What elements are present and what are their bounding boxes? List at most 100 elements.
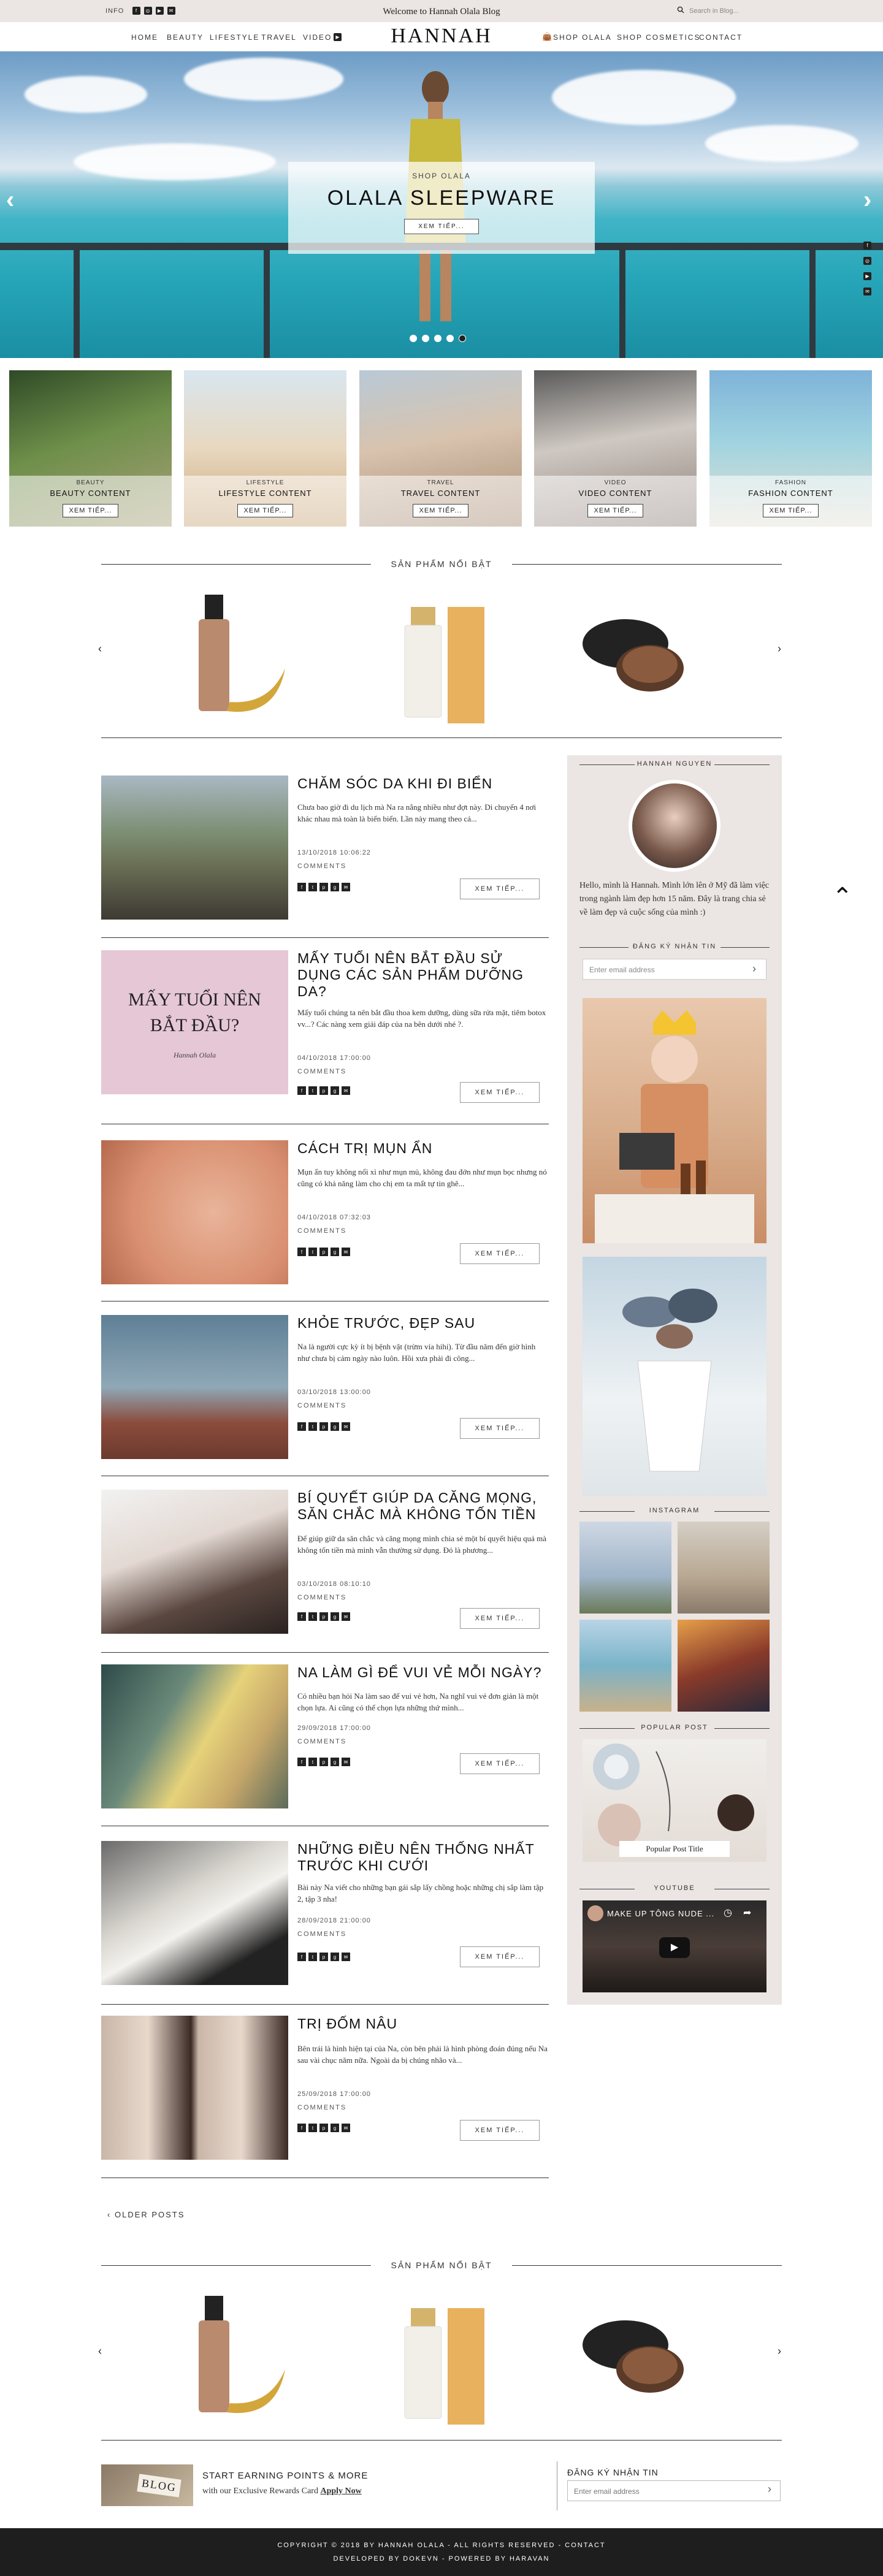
mail-icon[interactable]: ✉	[863, 288, 871, 295]
read-more-button[interactable]: XEM TIẾP...	[460, 2120, 540, 2141]
clock-icon[interactable]: ◷	[724, 1907, 732, 1919]
post-comments[interactable]: COMMENTS	[297, 1227, 346, 1235]
nav-shop-olala[interactable]: SHOP OLALA	[553, 33, 612, 42]
post-image[interactable]	[101, 775, 288, 920]
chevron-up-icon[interactable]: ⌃	[832, 883, 853, 911]
google-icon[interactable]: g	[331, 1086, 339, 1095]
mail-icon[interactable]: ✉	[342, 1248, 350, 1256]
share-icon[interactable]: ➦	[743, 1907, 751, 1919]
product-serum-image[interactable]	[184, 589, 307, 730]
nav-video[interactable]: VIDEO	[303, 33, 332, 42]
post-comments[interactable]: COMMENTS	[297, 1068, 346, 1075]
popular-post-image[interactable]: Popular Post Title	[583, 1739, 766, 1862]
post-image[interactable]	[101, 2016, 288, 2160]
mail-icon[interactable]: ✉	[342, 1953, 350, 1961]
twitter-icon[interactable]: t	[308, 1612, 317, 1621]
facebook-icon[interactable]: f	[297, 1953, 306, 1961]
product-essence-image[interactable]	[380, 2290, 503, 2431]
post-comments[interactable]: COMMENTS	[297, 1738, 346, 1745]
post-image[interactable]	[101, 1664, 288, 1808]
product-essence-image[interactable]	[380, 589, 503, 730]
google-icon[interactable]: g	[331, 1248, 339, 1256]
google-icon[interactable]: g	[331, 1422, 339, 1431]
post-comments[interactable]: COMMENTS	[297, 863, 346, 870]
youtube-icon[interactable]: ▶	[863, 272, 871, 280]
post-image[interactable]	[101, 1140, 288, 1284]
video-icon[interactable]: ▶	[334, 33, 342, 41]
pinterest-icon[interactable]: p	[319, 1422, 328, 1431]
newsletter-email-input[interactable]: Enter email address	[567, 2480, 781, 2501]
slide-dot[interactable]	[422, 335, 429, 342]
chevron-left-icon[interactable]: ‹	[6, 186, 14, 214]
category-button[interactable]: XEM TIẾP...	[62, 504, 119, 517]
post-comments[interactable]: COMMENTS	[297, 1930, 346, 1938]
search-icon[interactable]	[677, 6, 684, 15]
facebook-icon[interactable]: f	[297, 1248, 306, 1256]
category-button[interactable]: XEM TIẾP...	[237, 504, 294, 517]
post-title[interactable]: KHỎE TRƯỚC, ĐẸP SAU	[297, 1315, 549, 1332]
twitter-icon[interactable]: t	[308, 1953, 317, 1961]
facebook-icon[interactable]: f	[297, 1422, 306, 1431]
google-icon[interactable]: g	[331, 1953, 339, 1961]
post-image[interactable]	[101, 1841, 288, 1985]
google-icon[interactable]: g	[331, 2124, 339, 2132]
sidebar-brushes-image[interactable]	[583, 1257, 766, 1496]
mail-icon[interactable]: ✉	[342, 1612, 350, 1621]
facebook-icon[interactable]: f	[297, 1758, 306, 1766]
chevron-right-icon[interactable]: ›	[752, 962, 756, 975]
product-cushion-image[interactable]	[576, 2290, 699, 2431]
post-image[interactable]	[101, 1490, 288, 1634]
category-card-beauty[interactable]: BEAUTY BEAUTY CONTENT XEM TIẾP...	[9, 370, 172, 527]
nav-contact[interactable]: CONTACT	[699, 33, 743, 42]
post-comments[interactable]: COMMENTS	[297, 1594, 346, 1601]
facebook-icon[interactable]: f	[297, 883, 306, 891]
post-title[interactable]: NA LÀM GÌ ĐỂ VUI VẺ MỖI NGÀY?	[297, 1664, 549, 1681]
twitter-icon[interactable]: t	[308, 883, 317, 891]
read-more-button[interactable]: XEM TIẾP...	[460, 1082, 540, 1103]
read-more-button[interactable]: XEM TIẾP...	[460, 1418, 540, 1439]
chevron-right-icon[interactable]: ›	[778, 642, 781, 655]
chevron-right-icon[interactable]: ›	[768, 2483, 771, 2496]
google-icon[interactable]: g	[331, 1758, 339, 1766]
read-more-button[interactable]: XEM TIẾP...	[460, 1753, 540, 1774]
facebook-icon[interactable]: f	[863, 242, 871, 250]
read-more-button[interactable]: XEM TIẾP...	[460, 1243, 540, 1264]
post-title[interactable]: NHỮNG ĐIỀU NÊN THỐNG NHẤT TRƯỚC KHI CƯỚI	[297, 1841, 549, 1874]
sidebar-email-input[interactable]: Enter email address	[583, 959, 766, 980]
category-button[interactable]: XEM TIẾP...	[587, 504, 644, 517]
category-card-travel[interactable]: TRAVEL TRAVEL CONTENT XEM TIẾP...	[359, 370, 522, 527]
mail-icon[interactable]: ✉	[342, 1422, 350, 1431]
pinterest-icon[interactable]: p	[319, 1953, 328, 1961]
category-card-video[interactable]: VIDEO VIDEO CONTENT XEM TIẾP...	[534, 370, 697, 527]
facebook-icon[interactable]: f	[297, 1612, 306, 1621]
play-icon[interactable]: ▶	[659, 1937, 690, 1958]
pinterest-icon[interactable]: p	[319, 2124, 328, 2132]
read-more-button[interactable]: XEM TIẾP...	[460, 878, 540, 899]
slide-dot[interactable]	[434, 335, 442, 342]
slide-dot[interactable]	[446, 335, 454, 342]
sidebar-ad-image[interactable]	[583, 998, 766, 1243]
search-box[interactable]: Search in Blog...	[677, 6, 739, 15]
apply-now-link[interactable]: Apply Now	[320, 2486, 361, 2496]
twitter-icon[interactable]: t	[308, 1248, 317, 1256]
nav-shop-cosmetics[interactable]: SHOP COSMETICS	[617, 33, 700, 42]
post-image[interactable]	[101, 1315, 288, 1459]
read-more-button[interactable]: XEM TIẾP...	[460, 1608, 540, 1629]
instagram-photo[interactable]	[579, 1522, 671, 1614]
post-comments[interactable]: COMMENTS	[297, 2104, 346, 2111]
facebook-icon[interactable]: f	[297, 2124, 306, 2132]
post-comments[interactable]: COMMENTS	[297, 1402, 346, 1409]
category-card-lifestyle[interactable]: LIFESTYLE LIFESTYLE CONTENT XEM TIẾP...	[184, 370, 346, 527]
nav-home[interactable]: HOME	[131, 33, 158, 42]
chevron-right-icon[interactable]: ›	[863, 186, 871, 214]
read-more-button[interactable]: XEM TIẾP...	[460, 1946, 540, 1967]
product-cushion-image[interactable]	[576, 589, 699, 730]
youtube-video-embed[interactable]: MAKE UP TÔNG NUDE ... ◷ ➦ ▶	[583, 1900, 766, 1992]
nav-travel[interactable]: TRAVEL	[261, 33, 297, 42]
pinterest-icon[interactable]: p	[319, 883, 328, 891]
mail-icon[interactable]: ✉	[342, 2124, 350, 2132]
mail-icon[interactable]: ✉	[342, 1758, 350, 1766]
instagram-icon[interactable]: ◎	[863, 257, 871, 265]
hero-read-more-button[interactable]: XEM TIẾP...	[404, 219, 479, 234]
twitter-icon[interactable]: t	[308, 1758, 317, 1766]
